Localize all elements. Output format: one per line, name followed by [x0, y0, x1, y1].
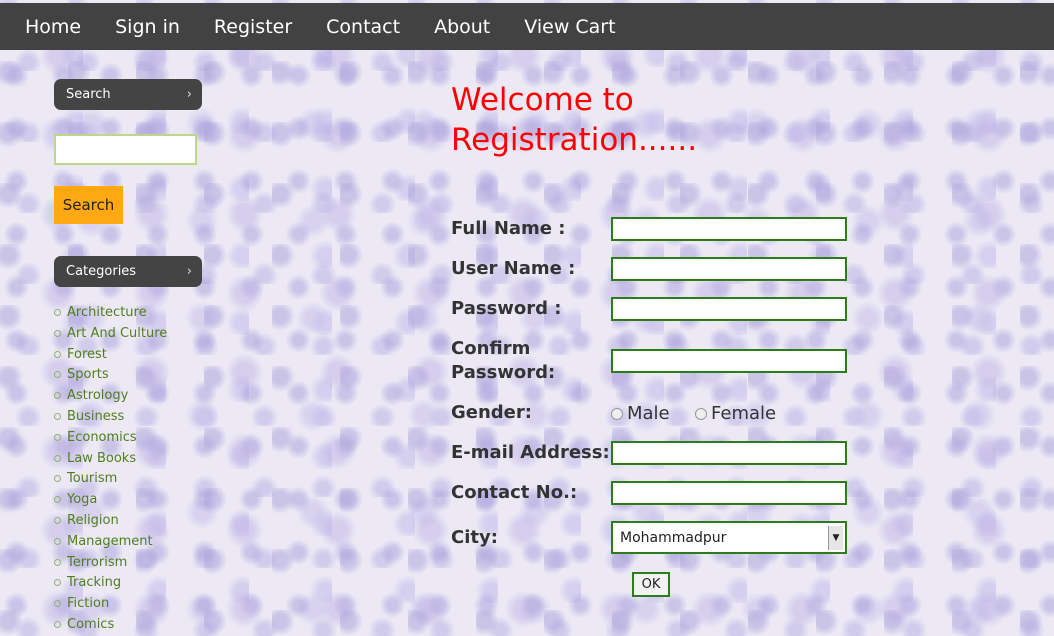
- dropdown-arrow-icon[interactable]: ▼: [828, 526, 843, 550]
- category-link[interactable]: Business: [67, 409, 124, 424]
- password-field[interactable]: [611, 297, 847, 321]
- top-nav: Home Sign in Register Contact About View…: [0, 3, 1054, 50]
- bullet-icon: [54, 392, 61, 400]
- confirm-password-label-line-1: Confirm: [451, 338, 531, 359]
- nav-view-cart[interactable]: View Cart: [524, 16, 615, 38]
- categories-header: Categories ›: [54, 256, 202, 287]
- search-header: Search ›: [54, 79, 202, 110]
- search-input[interactable]: [54, 134, 197, 165]
- category-item[interactable]: Terrorism: [54, 553, 167, 574]
- email-field[interactable]: [611, 441, 847, 465]
- bullet-icon: [54, 558, 61, 566]
- category-item[interactable]: Tracking: [54, 573, 167, 594]
- search-header-label: Search: [66, 87, 111, 102]
- category-item[interactable]: Art And Culture: [54, 324, 167, 345]
- category-item[interactable]: Comics: [54, 615, 167, 636]
- category-item[interactable]: Sports: [54, 365, 167, 386]
- category-link[interactable]: Economics: [67, 430, 137, 445]
- city-label: City:: [451, 527, 498, 548]
- category-link[interactable]: Forest: [67, 347, 107, 362]
- nav-register[interactable]: Register: [214, 16, 292, 38]
- category-item[interactable]: Economics: [54, 428, 167, 449]
- category-link[interactable]: Architecture: [67, 305, 147, 320]
- category-item[interactable]: Yoga: [54, 490, 167, 511]
- bullet-icon: [54, 620, 61, 628]
- bullet-icon: [54, 600, 61, 608]
- category-link[interactable]: Tourism: [67, 471, 117, 486]
- bullet-icon: [54, 350, 61, 358]
- bullet-icon: [54, 309, 61, 316]
- nav-home[interactable]: Home: [25, 16, 81, 38]
- password-label: Password :: [451, 298, 562, 319]
- title-line-2: Registration......: [451, 122, 698, 158]
- title-line-1: Welcome to: [451, 82, 634, 118]
- category-link[interactable]: Fiction: [67, 596, 109, 611]
- bullet-icon: [54, 496, 61, 504]
- sidebar: Search › Search Categories › Architectur…: [54, 79, 214, 632]
- category-item[interactable]: Architecture: [54, 303, 167, 324]
- category-link[interactable]: Yoga: [67, 492, 97, 507]
- category-link[interactable]: Sports: [67, 367, 109, 382]
- confirm-password-field[interactable]: [611, 349, 847, 373]
- categories-header-label: Categories: [66, 264, 137, 279]
- bullet-icon: [54, 433, 61, 441]
- bullet-icon: [54, 537, 61, 545]
- gender-label: Gender:: [451, 402, 532, 423]
- category-list: Architecture Art And Culture Forest Spor…: [54, 303, 167, 636]
- user-name-field[interactable]: [611, 257, 847, 281]
- ok-button[interactable]: OK: [632, 572, 670, 597]
- category-item[interactable]: Fiction: [54, 594, 167, 615]
- bullet-icon: [54, 329, 61, 337]
- bullet-icon: [54, 454, 61, 462]
- category-item[interactable]: Law Books: [54, 449, 167, 470]
- radio-male[interactable]: [611, 407, 623, 420]
- nav-about[interactable]: About: [434, 16, 490, 38]
- confirm-password-label: Confirm Password:: [451, 337, 555, 385]
- category-item[interactable]: Business: [54, 407, 167, 428]
- user-name-label: User Name :: [451, 258, 576, 279]
- category-item[interactable]: Management: [54, 532, 167, 553]
- confirm-password-label-line-2: Password:: [451, 362, 556, 383]
- category-link[interactable]: Terrorism: [67, 555, 127, 570]
- gender-female-label: Female: [711, 403, 777, 424]
- chevron-right-icon: ›: [186, 264, 192, 279]
- category-link[interactable]: Religion: [67, 513, 119, 528]
- full-name-field[interactable]: [611, 217, 847, 241]
- city-selected-value: Mohammadpur: [620, 529, 727, 546]
- chevron-right-icon: ›: [186, 87, 192, 102]
- gender-female-option[interactable]: Female: [695, 403, 776, 424]
- bullet-icon: [54, 579, 61, 587]
- gender-male-label: Male: [627, 403, 670, 424]
- category-item[interactable]: Tourism: [54, 469, 167, 490]
- page-title: Welcome to Registration......: [451, 80, 771, 160]
- contact-field[interactable]: [611, 481, 847, 505]
- bullet-icon: [54, 475, 61, 483]
- search-button[interactable]: Search: [54, 186, 123, 224]
- category-item[interactable]: Religion: [54, 511, 167, 532]
- bullet-icon: [54, 412, 61, 420]
- contact-label: Contact No.:: [451, 482, 578, 503]
- gender-male-option[interactable]: Male: [611, 403, 670, 424]
- nav-contact[interactable]: Contact: [326, 16, 400, 38]
- category-link[interactable]: Law Books: [67, 451, 136, 466]
- category-link[interactable]: Tracking: [67, 575, 121, 590]
- category-link[interactable]: Management: [67, 534, 153, 549]
- radio-female[interactable]: [695, 407, 707, 420]
- city-select[interactable]: Mohammadpur ▼: [611, 521, 847, 554]
- category-link[interactable]: Art And Culture: [67, 326, 167, 341]
- nav-sign-in[interactable]: Sign in: [115, 16, 180, 38]
- category-item[interactable]: Forest: [54, 345, 167, 366]
- category-item[interactable]: Astrology: [54, 386, 167, 407]
- category-link[interactable]: Astrology: [67, 388, 128, 403]
- bullet-icon: [54, 371, 61, 379]
- email-label: E-mail Address:: [451, 442, 610, 463]
- bullet-icon: [54, 516, 61, 524]
- full-name-label: Full Name :: [451, 218, 566, 239]
